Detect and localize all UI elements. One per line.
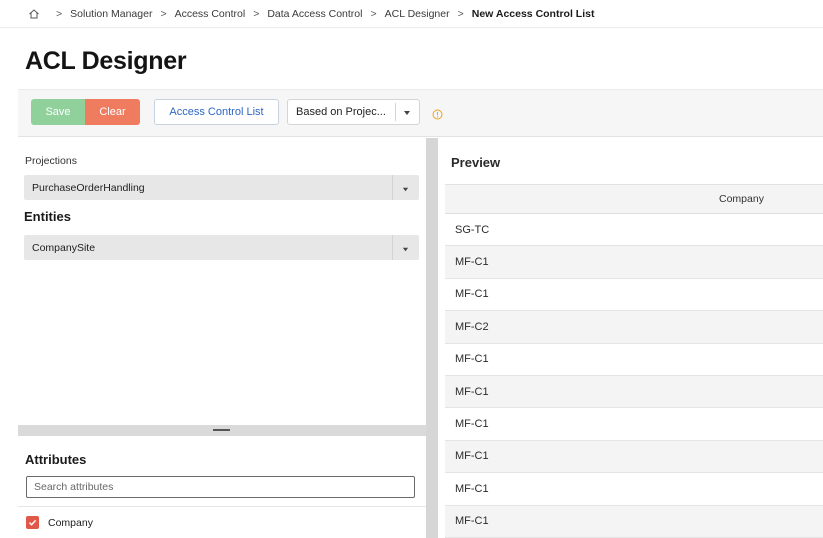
warning-icon[interactable] xyxy=(432,107,443,120)
preview-grid: Company SG-TC MF-C1 MF-C1 MF-C2 MF-C1 MF… xyxy=(445,184,823,538)
page-title: ACL Designer xyxy=(25,47,187,75)
search-attributes-input[interactable] xyxy=(26,476,415,498)
splitter-grip-icon[interactable] xyxy=(213,429,230,431)
breadcrumb-current: New Access Control List xyxy=(471,7,595,20)
save-button[interactable]: Save xyxy=(31,99,85,125)
breadcrumb-separator: > xyxy=(457,7,464,20)
table-row[interactable]: MF-C1 xyxy=(445,505,823,538)
table-row[interactable]: MF-C2 xyxy=(445,311,823,344)
breadcrumb-separator: > xyxy=(56,7,63,20)
table-row[interactable]: MF-C1 xyxy=(445,440,823,474)
dropdown-divider xyxy=(392,235,393,260)
cell-company: SG-TC xyxy=(455,223,490,236)
breadcrumb-separator: > xyxy=(253,7,260,20)
based-on-select-value: Based on Projec... xyxy=(296,106,386,118)
cell-company: MF-C2 xyxy=(455,320,489,333)
column-header-label: Company xyxy=(719,193,764,205)
table-row[interactable]: SG-TC xyxy=(445,214,823,247)
projections-dropdown[interactable]: PurchaseOrderHandling xyxy=(24,175,419,200)
breadcrumb-solution-manager[interactable]: Solution Manager xyxy=(70,8,152,20)
breadcrumb-separator: > xyxy=(160,7,167,20)
projection-entity-pane: Projections PurchaseOrderHandling Entiti… xyxy=(18,138,426,425)
home-icon[interactable] xyxy=(28,8,40,20)
table-row[interactable]: MF-C1 xyxy=(445,473,823,506)
breadcrumb-data-access-control[interactable]: Data Access Control xyxy=(267,8,362,20)
horizontal-splitter[interactable] xyxy=(18,425,426,436)
table-row[interactable]: MF-C1 xyxy=(445,344,823,376)
caret-down-icon[interactable] xyxy=(403,108,411,116)
preview-pane: Preview Company SG-TC MF-C1 MF-C1 MF-C2 … xyxy=(438,138,823,538)
table-row[interactable]: MF-C1 xyxy=(445,408,823,441)
entities-dropdown[interactable]: CompanySite xyxy=(24,235,419,260)
cell-company: MF-C1 xyxy=(455,385,489,398)
entities-dropdown-value: CompanySite xyxy=(32,241,96,254)
check-icon xyxy=(29,519,37,526)
attribute-item-company[interactable]: Company xyxy=(26,516,93,529)
projections-label: Projections xyxy=(25,155,77,167)
select-divider xyxy=(395,103,396,121)
breadcrumb: > Solution Manager > Access Control > Da… xyxy=(0,0,823,28)
divider xyxy=(18,506,426,507)
table-row[interactable]: MF-C1 xyxy=(445,246,823,279)
cell-company: MF-C1 xyxy=(455,256,489,269)
attributes-pane: Attributes Company xyxy=(18,436,426,538)
preview-title: Preview xyxy=(451,155,501,170)
breadcrumb-acl-designer[interactable]: ACL Designer xyxy=(385,8,450,20)
vertical-splitter[interactable] xyxy=(426,138,438,538)
projections-dropdown-value: PurchaseOrderHandling xyxy=(32,181,145,194)
cell-company: MF-C1 xyxy=(455,288,489,301)
caret-down-icon[interactable] xyxy=(402,184,409,192)
clear-button[interactable]: Clear xyxy=(85,99,140,125)
attributes-title: Attributes xyxy=(25,452,87,467)
column-header-company[interactable]: Company xyxy=(445,184,823,214)
access-control-list-button[interactable]: Access Control List xyxy=(154,99,279,125)
dropdown-divider xyxy=(392,175,393,200)
table-row[interactable]: MF-C1 xyxy=(445,375,823,409)
entities-label: Entities xyxy=(24,209,71,224)
cell-company: MF-C1 xyxy=(455,353,489,366)
attribute-label: Company xyxy=(48,516,93,529)
cell-company: MF-C1 xyxy=(455,482,489,495)
cell-company: MF-C1 xyxy=(455,418,489,431)
cell-company: MF-C1 xyxy=(455,515,489,528)
toolbar: Save Clear Access Control List Based on … xyxy=(18,89,823,137)
table-row[interactable]: MF-C1 xyxy=(445,279,823,312)
cell-company: MF-C1 xyxy=(455,450,489,463)
checkbox-checked[interactable] xyxy=(26,516,39,529)
based-on-select[interactable]: Based on Projec... xyxy=(287,99,420,125)
caret-down-icon[interactable] xyxy=(402,244,409,252)
breadcrumb-access-control[interactable]: Access Control xyxy=(175,8,246,20)
breadcrumb-separator: > xyxy=(370,7,377,20)
